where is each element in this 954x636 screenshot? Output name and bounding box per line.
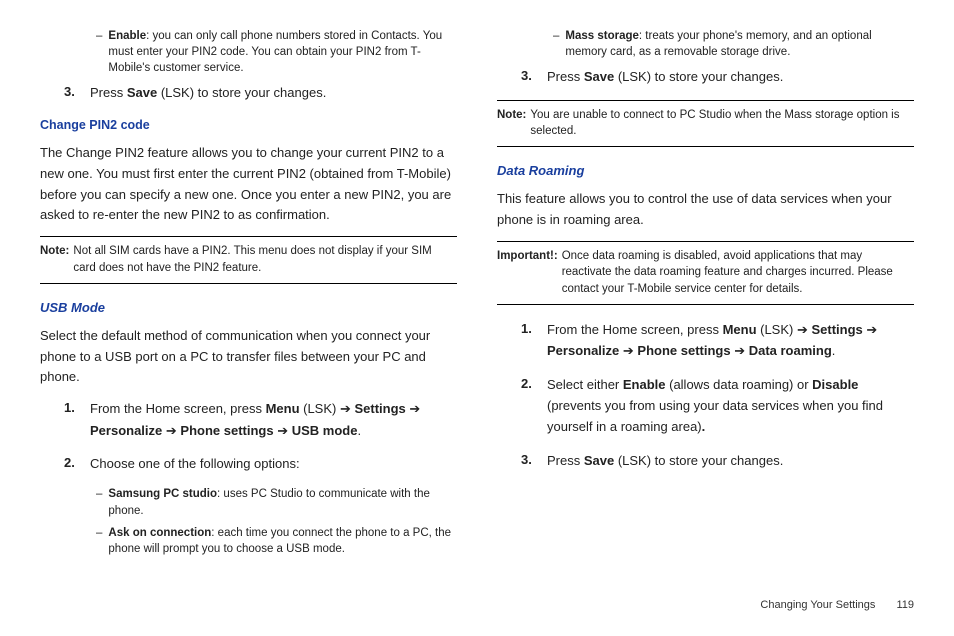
t: (LSK) (757, 322, 797, 337)
arrow-icon: ➔ (409, 401, 420, 416)
t: (LSK) to store your changes. (614, 69, 783, 84)
step-text: From the Home screen, press Menu (LSK) ➔… (90, 398, 457, 441)
left-column: – Enable: you can only call phone number… (40, 28, 457, 563)
bullet-mass-storage: – Mass storage: treats your phone's memo… (553, 28, 914, 60)
b: Ask on connection (108, 527, 211, 539)
dash-icon: – (96, 28, 102, 76)
t-post: (LSK) to store your changes. (157, 85, 326, 100)
t: Save (584, 69, 614, 84)
step-number: 2. (521, 374, 547, 438)
heading-usb-mode: USB Mode (40, 298, 457, 318)
t: . (832, 343, 836, 358)
right-step-3-save: 3. Press Save (LSK) to store your change… (521, 66, 914, 87)
t: Select either (547, 377, 623, 392)
arrow-icon: ➔ (866, 322, 877, 337)
step-text: Select either Enable (allows data roamin… (547, 374, 914, 438)
t: From the Home screen, press (547, 322, 723, 337)
t: Personalize (547, 343, 623, 358)
b: Mass storage (565, 30, 639, 42)
arrow-icon: ➔ (734, 343, 745, 358)
usb-step-2: 2. Choose one of the following options: (64, 453, 457, 474)
t: (LSK) (300, 401, 340, 416)
t: Phone settings (634, 343, 734, 358)
arrow-icon: ➔ (340, 401, 351, 416)
t: (allows data roaming) or (666, 377, 813, 392)
heading-change-pin2: Change PIN2 code (40, 116, 457, 135)
bullet-ask-connection: – Ask on connection: each time you conne… (96, 525, 457, 557)
usb-step-1: 1. From the Home screen, press Menu (LSK… (64, 398, 457, 441)
dash-icon: – (553, 28, 559, 60)
step-text: Press Save (LSK) to store your changes. (90, 82, 457, 103)
note-pin2: Note: Not all SIM cards have a PIN2. Thi… (40, 236, 457, 283)
two-column-layout: – Enable: you can only call phone number… (40, 28, 914, 563)
step-number: 1. (64, 398, 90, 441)
t: . (357, 423, 361, 438)
t: Enable (623, 377, 666, 392)
t: Press (547, 69, 584, 84)
step-text: Choose one of the following options: (90, 453, 457, 474)
arrow-icon: ➔ (166, 423, 177, 438)
t-bold: Save (127, 85, 157, 100)
t: (prevents you from using your data servi… (547, 398, 883, 434)
step-number: 3. (521, 450, 547, 471)
step-number: 2. (64, 453, 90, 474)
t: Menu (723, 322, 757, 337)
t: Save (584, 453, 614, 468)
note-label: Note: (497, 107, 526, 140)
usb-para: Select the default method of communicati… (40, 326, 457, 388)
bullet-enable: – Enable: you can only call phone number… (96, 28, 457, 76)
footer-section: Changing Your Settings (760, 599, 875, 611)
t: . (702, 419, 706, 434)
change-pin2-para: The Change PIN2 feature allows you to ch… (40, 143, 457, 226)
b: Samsung PC studio (108, 488, 217, 500)
dash-icon: – (96, 525, 102, 557)
arrow-icon: ➔ (797, 322, 808, 337)
t: Settings (808, 322, 867, 337)
t: Press (547, 453, 584, 468)
page-footer: Changing Your Settings 119 (760, 597, 914, 614)
important-roaming: Important!: Once data roaming is disable… (497, 241, 914, 305)
step-text: Press Save (LSK) to store your changes. (547, 66, 914, 87)
t: Data roaming (745, 343, 832, 358)
roam-step-3: 3. Press Save (LSK) to store your change… (521, 450, 914, 471)
t-pre: Press (90, 85, 127, 100)
t: Menu (266, 401, 300, 416)
note-text: You are unable to connect to PC Studio w… (530, 107, 914, 140)
step-text: From the Home screen, press Menu (LSK) ➔… (547, 319, 914, 362)
bullet-pc-studio: – Samsung PC studio: uses PC Studio to c… (96, 486, 457, 518)
footer-page-number: 119 (896, 599, 914, 611)
t: Settings (351, 401, 410, 416)
right-column: – Mass storage: treats your phone's memo… (497, 28, 914, 563)
note-text: Not all SIM cards have a PIN2. This menu… (73, 243, 457, 276)
bullet-text: Ask on connection: each time you connect… (108, 525, 457, 557)
important-text: Once data roaming is disabled, avoid app… (562, 248, 914, 298)
bullet-text: Mass storage: treats your phone's memory… (565, 28, 914, 60)
roaming-para: This feature allows you to control the u… (497, 189, 914, 231)
step-number: 3. (64, 82, 90, 103)
note-label: Note: (40, 243, 69, 276)
important-label: Important!: (497, 248, 558, 298)
step-text: Press Save (LSK) to store your changes. (547, 450, 914, 471)
t: Phone settings (177, 423, 277, 438)
bullet-bold: Enable (108, 30, 146, 42)
heading-data-roaming: Data Roaming (497, 161, 914, 181)
note-pc-studio: Note: You are unable to connect to PC St… (497, 100, 914, 147)
arrow-icon: ➔ (623, 343, 634, 358)
step-number: 1. (521, 319, 547, 362)
t: USB mode (288, 423, 357, 438)
t: Disable (812, 377, 858, 392)
t: (LSK) to store your changes. (614, 453, 783, 468)
bullet-text: Enable: you can only call phone numbers … (108, 28, 457, 76)
arrow-icon: ➔ (277, 423, 288, 438)
t: From the Home screen, press (90, 401, 266, 416)
t: Personalize (90, 423, 166, 438)
bullet-rest: : you can only call phone numbers stored… (108, 30, 442, 74)
roam-step-2: 2. Select either Enable (allows data roa… (521, 374, 914, 438)
roam-step-1: 1. From the Home screen, press Menu (LSK… (521, 319, 914, 362)
bullet-text: Samsung PC studio: uses PC Studio to com… (108, 486, 457, 518)
dash-icon: – (96, 486, 102, 518)
step-3-save: 3. Press Save (LSK) to store your change… (64, 82, 457, 103)
step-number: 3. (521, 66, 547, 87)
